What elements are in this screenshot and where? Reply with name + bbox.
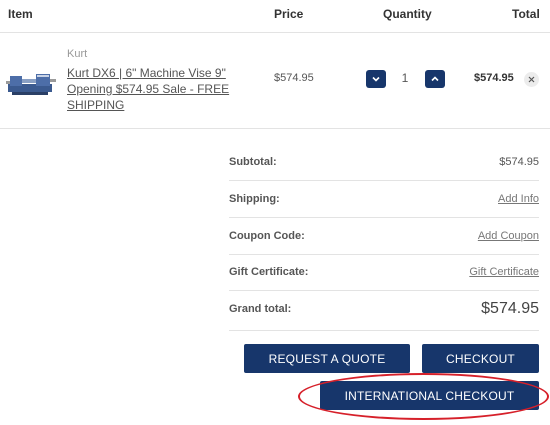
shipping-label: Shipping: — [229, 193, 280, 205]
summary-divider — [229, 290, 539, 291]
product-brand: Kurt — [67, 48, 88, 60]
gift-certificate-link[interactable]: Gift Certificate — [469, 266, 539, 278]
gift-certificate-label: Gift Certificate: — [229, 266, 309, 278]
column-header-item: Item — [8, 7, 33, 21]
shipping-add-info-link[interactable]: Add Info — [498, 193, 539, 205]
summary-divider — [229, 180, 539, 181]
request-quote-button[interactable]: REQUEST A QUOTE — [244, 344, 410, 373]
summary-divider — [229, 330, 539, 331]
machine-vise-image — [6, 74, 56, 95]
subtotal-value: $574.95 — [499, 156, 539, 168]
highlight-circle-annotation — [298, 373, 549, 420]
line-total: $574.95 — [474, 72, 514, 84]
chevron-down-icon — [372, 76, 380, 82]
remove-item-button[interactable] — [524, 72, 539, 87]
checkout-button[interactable]: CHECKOUT — [422, 344, 539, 373]
quantity-decrease-button[interactable] — [366, 70, 386, 88]
item-divider — [0, 128, 550, 129]
product-thumbnail[interactable] — [6, 64, 56, 100]
chevron-up-icon — [431, 76, 439, 82]
add-coupon-link[interactable]: Add Coupon — [478, 230, 539, 242]
grand-total-value: $574.95 — [481, 300, 539, 317]
product-price: $574.95 — [274, 72, 314, 84]
column-header-quantity: Quantity — [383, 7, 432, 21]
quantity-value[interactable]: 1 — [392, 71, 418, 85]
subtotal-label: Subtotal: — [229, 156, 277, 168]
column-header-total: Total — [512, 7, 540, 21]
header-divider — [0, 32, 550, 33]
grand-total-label: Grand total: — [229, 303, 292, 315]
close-icon — [528, 76, 535, 83]
quantity-increase-button[interactable] — [425, 70, 445, 88]
summary-divider — [229, 217, 539, 218]
column-header-price: Price — [274, 7, 304, 21]
product-name-link[interactable]: Kurt DX6 | 6" Machine Vise 9" Opening $5… — [67, 65, 237, 113]
coupon-code-label: Coupon Code: — [229, 230, 305, 242]
summary-divider — [229, 254, 539, 255]
